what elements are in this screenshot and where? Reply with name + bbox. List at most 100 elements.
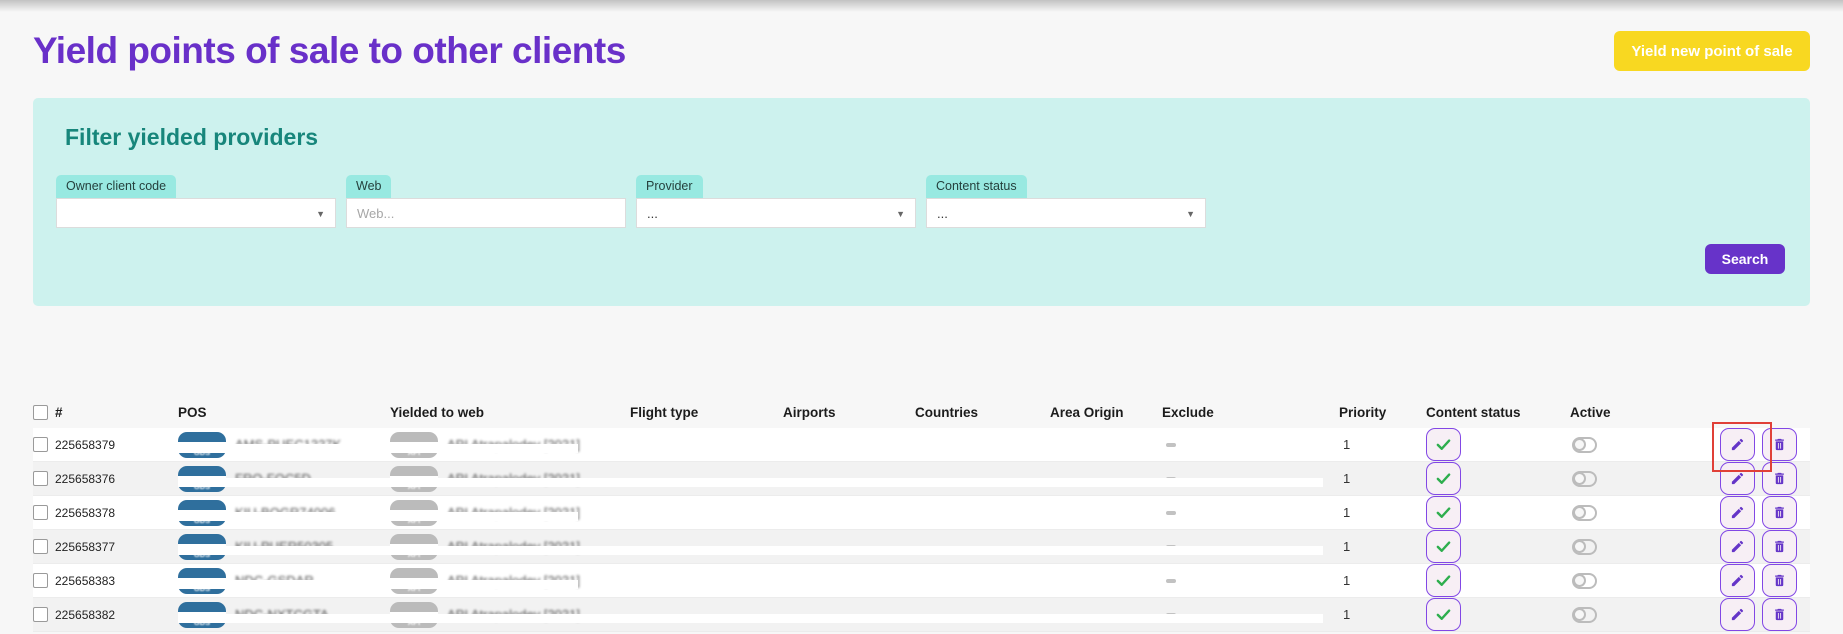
trash-icon [1772,505,1787,520]
content-status-ok-button[interactable] [1426,496,1461,529]
check-icon [1435,572,1452,589]
delete-button[interactable] [1762,462,1797,495]
pos-code: NDC-GSDAR [235,573,314,588]
header-id: # [55,405,63,420]
yielded-web-name: API Atrapalodev [2021] [447,471,580,486]
table-row: 225658382 GDS NDC-NXTCGTA API API Atrapa… [33,598,1810,632]
content-status-ok-button[interactable] [1426,598,1461,631]
owner-client-code-select[interactable]: ▼ [56,198,336,228]
top-scroll-shadow [0,0,1843,12]
delete-button[interactable] [1762,598,1797,631]
row-checkbox[interactable] [33,505,48,520]
provider-value: ... [647,206,658,221]
header-yielded-to-web: Yielded to web [390,405,630,420]
check-icon [1435,470,1452,487]
table-row: 225658377 GDS KIU-PUER50305 API API Atra… [33,530,1810,564]
select-all-checkbox[interactable] [33,405,48,420]
delete-button[interactable] [1762,428,1797,461]
check-icon [1435,606,1452,623]
yielded-web-name: API Atrapalodev [2021] [447,539,580,554]
table-row: 225658379 GDS AMS-PUEC1227K API API Atra… [33,428,1810,462]
row-checkbox[interactable] [33,539,48,554]
row-checkbox[interactable] [33,471,48,486]
content-status-label: Content status [926,175,1027,198]
owner-client-code-field: Owner client code ▼ [56,175,336,228]
header-countries: Countries [915,405,1050,420]
active-toggle-icon[interactable] [1572,471,1597,487]
exclude-dash-icon [1166,511,1176,515]
active-toggle-icon[interactable] [1572,573,1597,589]
pencil-icon [1730,607,1745,622]
content-status-select[interactable]: ... ▼ [926,198,1206,228]
exclude-dash-icon [1166,545,1176,549]
active-toggle-icon[interactable] [1572,505,1597,521]
header-pos: POS [178,405,390,420]
owner-client-code-label: Owner client code [56,175,176,198]
content-status-ok-button[interactable] [1426,428,1461,461]
trash-icon [1772,471,1787,486]
check-icon [1435,504,1452,521]
provider-select[interactable]: ... ▼ [636,198,916,228]
pencil-icon [1730,539,1745,554]
priority-value: 1 [1339,505,1426,520]
row-checkbox[interactable] [33,573,48,588]
content-status-ok-button[interactable] [1426,530,1461,563]
active-toggle-icon[interactable] [1572,437,1597,453]
web-input-box [346,198,626,228]
priority-value: 1 [1339,573,1426,588]
pencil-icon [1730,505,1745,520]
row-id: 225658379 [55,438,115,452]
header-airports: Airports [783,405,915,420]
pos-badge: GDS [178,568,226,594]
row-id: 225658378 [55,506,115,520]
web-badge: API [390,602,438,628]
delete-button[interactable] [1762,530,1797,563]
yield-new-point-of-sale-button[interactable]: Yield new point of sale [1614,31,1810,71]
edit-button[interactable] [1720,428,1755,461]
delete-button[interactable] [1762,496,1797,529]
yielded-providers-table: # POS Yielded to web Flight type Airport… [33,396,1810,632]
pos-code: KIU-BOGR74006 [235,505,335,520]
priority-value: 1 [1339,607,1426,622]
active-toggle-icon[interactable] [1572,539,1597,555]
provider-label: Provider [636,175,703,198]
row-id: 225658383 [55,574,115,588]
web-input[interactable] [357,206,615,221]
filter-fields-row: Owner client code ▼ Web Provider ... ▼ [56,175,1785,228]
search-button[interactable]: Search [1705,244,1785,274]
web-label: Web [346,175,391,198]
header-content-status: Content status [1426,405,1570,420]
header-flight-type: Flight type [630,405,783,420]
web-badge: API [390,466,438,492]
trash-icon [1772,539,1787,554]
edit-button[interactable] [1720,564,1755,597]
priority-value: 1 [1339,471,1426,486]
pencil-icon [1730,437,1745,452]
chevron-down-icon: ▼ [1186,209,1195,219]
header-exclude: Exclude [1162,405,1339,420]
active-toggle-icon[interactable] [1572,607,1597,623]
web-field: Web [346,175,626,228]
exclude-dash-icon [1166,443,1176,447]
edit-button[interactable] [1720,530,1755,563]
content-status-ok-button[interactable] [1426,564,1461,597]
edit-button[interactable] [1720,496,1755,529]
delete-button[interactable] [1762,564,1797,597]
row-checkbox[interactable] [33,437,48,452]
pos-code: KIU-PUER50305 [235,539,333,554]
edit-button[interactable] [1720,462,1755,495]
priority-value: 1 [1339,437,1426,452]
content-status-ok-button[interactable] [1426,462,1461,495]
filter-panel: Filter yielded providers Owner client co… [33,98,1810,306]
provider-field: Provider ... ▼ [636,175,916,228]
yielded-web-name: API Atrapalodev [2021] [447,505,580,520]
priority-value: 1 [1339,539,1426,554]
trash-icon [1772,573,1787,588]
trash-icon [1772,607,1787,622]
edit-button[interactable] [1720,598,1755,631]
chevron-down-icon: ▼ [316,209,325,219]
header-active: Active [1570,405,1710,420]
yielded-web-name: API Atrapalodev [2021] [447,437,580,452]
row-checkbox[interactable] [33,607,48,622]
web-badge: API [390,568,438,594]
